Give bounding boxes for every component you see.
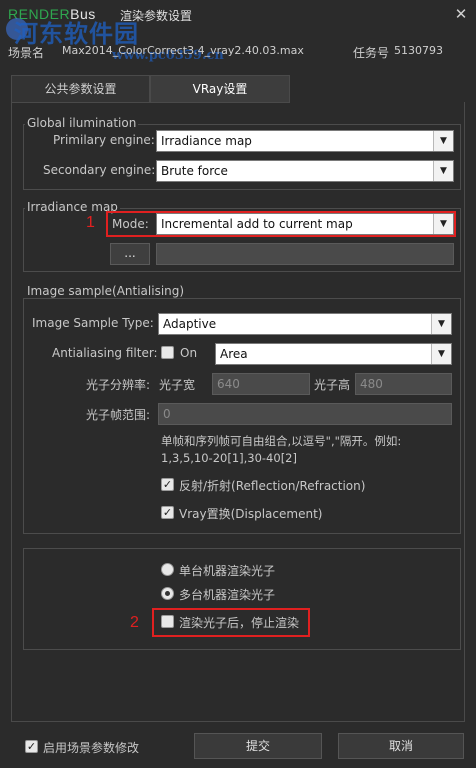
scene-name: Max2014_ColorCorrect3.4_vray2.40.03.max <box>62 44 304 57</box>
multi-machine-radio[interactable] <box>161 587 174 600</box>
submit-button[interactable]: 提交 <box>194 733 322 759</box>
single-machine-label: 单台机器渲染光子 <box>179 564 276 578</box>
scene-label: 场景名 <box>8 46 45 60</box>
enable-scene-params-checkbox[interactable]: ✓ <box>25 740 38 753</box>
reflection-checkbox[interactable]: ✓ <box>161 478 174 491</box>
multi-machine-label: 多台机器渲染光子 <box>179 588 276 602</box>
secondary-engine-select[interactable]: Brute force ▼ <box>156 160 454 182</box>
photon-width-field[interactable]: 640 <box>212 373 310 395</box>
chevron-down-icon: ▼ <box>433 131 453 151</box>
chevron-down-icon: ▼ <box>431 314 451 334</box>
chevron-down-icon: ▼ <box>431 344 451 364</box>
image-sample-type-label: Image Sample Type: <box>32 316 154 330</box>
stop-after-photon-checkbox[interactable] <box>161 615 174 628</box>
cancel-button[interactable]: 取消 <box>338 733 464 759</box>
displacement-label: Vray置换(Displacement) <box>179 507 323 521</box>
image-sample-type-select[interactable]: Adaptive ▼ <box>158 313 452 335</box>
antialiasing-filter-select[interactable]: Area ▼ <box>215 343 452 365</box>
annotation-marker-1: 1 <box>86 214 95 231</box>
close-icon[interactable]: ✕ <box>452 5 470 23</box>
antialiasing-filter-label: Antialiasing filter: <box>52 346 158 360</box>
frame-hint-line2: 1,3,5,10-20[1],30-40[2] <box>161 451 297 465</box>
chevron-down-icon: ▼ <box>433 161 453 181</box>
tab-common-settings[interactable]: 公共参数设置 <box>11 75 150 103</box>
single-machine-radio[interactable] <box>161 563 174 576</box>
secondary-engine-value: Brute force <box>161 164 228 178</box>
secondary-engine-label: Secondary engine: <box>43 163 156 177</box>
photon-height-label: 光子高 <box>314 378 351 392</box>
mode-value: Incremental add to current map <box>161 217 353 231</box>
task-label: 任务号 <box>353 46 390 60</box>
global-illumination-title: Global ilumination <box>25 116 139 130</box>
task-number: 5130793 <box>394 44 443 57</box>
photon-frame-range-label: 光子帧范围: <box>86 408 151 422</box>
image-sample-type-value: Adaptive <box>163 317 217 331</box>
chevron-down-icon: ▼ <box>433 214 453 234</box>
photon-resolution-label: 光子分辨率: <box>86 378 151 392</box>
photon-width-label: 光子宽 <box>159 378 196 392</box>
browse-button[interactable]: ... <box>110 243 150 265</box>
displacement-checkbox[interactable]: ✓ <box>161 506 174 519</box>
irradiance-map-path-field[interactable] <box>156 243 454 265</box>
photon-height-field[interactable]: 480 <box>355 373 452 395</box>
image-sample-title: Image sample(Antialising) <box>25 284 187 298</box>
frame-hint-line1: 单帧和序列帧可自由组合,以逗号","隔开。例如: <box>161 434 402 448</box>
tab-vray-settings[interactable]: VRay设置 <box>150 75 290 103</box>
antialiasing-on-label: On <box>180 346 198 360</box>
primary-engine-select[interactable]: Irradiance map ▼ <box>156 130 454 152</box>
primary-engine-value: Irradiance map <box>161 134 252 148</box>
antialiasing-on-checkbox[interactable] <box>161 346 174 359</box>
mode-label: Mode: <box>112 217 149 231</box>
annotation-marker-2: 2 <box>130 614 139 631</box>
enable-scene-params-label: 启用场景参数修改 <box>43 741 140 755</box>
reflection-label: 反射/折射(Reflection/Refraction) <box>179 479 366 493</box>
mode-select[interactable]: Incremental add to current map ▼ <box>156 213 454 235</box>
primary-engine-label: Primilary engine: <box>53 133 155 147</box>
stop-after-photon-label: 渲染光子后，停止渲染 <box>179 616 300 630</box>
photon-frame-range-field[interactable]: 0 <box>158 403 452 425</box>
antialiasing-filter-value: Area <box>220 347 248 361</box>
